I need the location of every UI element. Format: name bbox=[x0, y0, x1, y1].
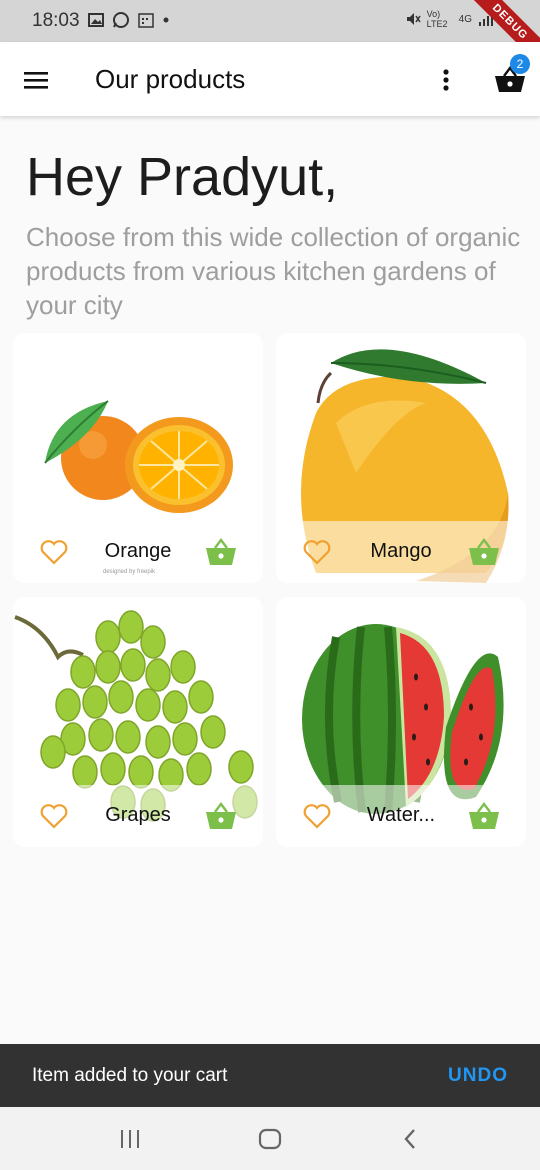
status-bar: 18:03 Vo) LTE2 4G DEBUG bbox=[0, 0, 540, 72]
cart-count-badge: 2 bbox=[510, 54, 530, 74]
recent-apps-icon bbox=[121, 1130, 139, 1148]
network-label: Vo) LTE2 bbox=[426, 9, 448, 29]
network-type: 4G bbox=[458, 13, 472, 25]
product-name: Grapes bbox=[105, 804, 171, 826]
home-button[interactable] bbox=[250, 1123, 290, 1155]
status-time: 18:03 bbox=[32, 10, 80, 31]
back-icon bbox=[404, 1129, 415, 1149]
snackbar: Item added to your cart UNDO bbox=[0, 1044, 540, 1107]
add-to-basket-icon[interactable] bbox=[205, 801, 237, 831]
menu-button[interactable] bbox=[16, 60, 56, 100]
add-to-basket-icon[interactable] bbox=[468, 537, 500, 567]
recent-apps-button[interactable] bbox=[110, 1123, 150, 1155]
greeting-heading: Hey Pradyut, bbox=[26, 147, 339, 207]
add-to-basket-icon[interactable] bbox=[205, 537, 237, 567]
favorite-heart-icon[interactable] bbox=[302, 537, 332, 567]
dot-icon bbox=[163, 17, 169, 23]
hamburger-icon bbox=[24, 72, 48, 89]
notification-icons bbox=[88, 11, 170, 29]
favorite-heart-icon[interactable] bbox=[39, 537, 69, 567]
product-card-mango[interactable]: Mango bbox=[276, 333, 526, 583]
product-card-orange[interactable]: Orange designed by freepik bbox=[13, 333, 263, 583]
whatsapp-icon bbox=[113, 12, 129, 28]
page-title: Our products bbox=[95, 64, 246, 94]
product-name: Mango bbox=[370, 540, 432, 562]
cart-button[interactable]: 2 bbox=[488, 54, 532, 102]
product-name: Orange bbox=[104, 540, 172, 562]
greeting-subtitle: Choose from this wide collection of orga… bbox=[26, 222, 521, 320]
add-to-basket-icon[interactable] bbox=[468, 801, 500, 831]
product-card-grapes[interactable]: Grapes bbox=[13, 597, 263, 847]
product-card-watermelon[interactable]: Water... bbox=[276, 597, 526, 847]
favorite-heart-icon[interactable] bbox=[302, 801, 332, 831]
system-icons: Vo) LTE2 4G bbox=[405, 9, 494, 29]
back-button[interactable] bbox=[390, 1123, 430, 1155]
app-bar: Our products 2 bbox=[0, 42, 540, 116]
undo-button[interactable]: UNDO bbox=[448, 1065, 508, 1087]
more-vert-icon bbox=[443, 69, 449, 91]
system-nav-bar bbox=[0, 1107, 540, 1170]
home-icon bbox=[258, 1128, 282, 1150]
product-name: Water... bbox=[366, 804, 436, 826]
more-options-button[interactable] bbox=[426, 60, 466, 100]
calendar-icon bbox=[138, 13, 154, 28]
gallery-icon bbox=[88, 13, 104, 27]
mute-icon bbox=[406, 13, 421, 25]
snackbar-message: Item added to your cart bbox=[32, 1065, 228, 1086]
favorite-heart-icon[interactable] bbox=[39, 801, 69, 831]
image-credit: designed by freepik bbox=[103, 569, 156, 575]
